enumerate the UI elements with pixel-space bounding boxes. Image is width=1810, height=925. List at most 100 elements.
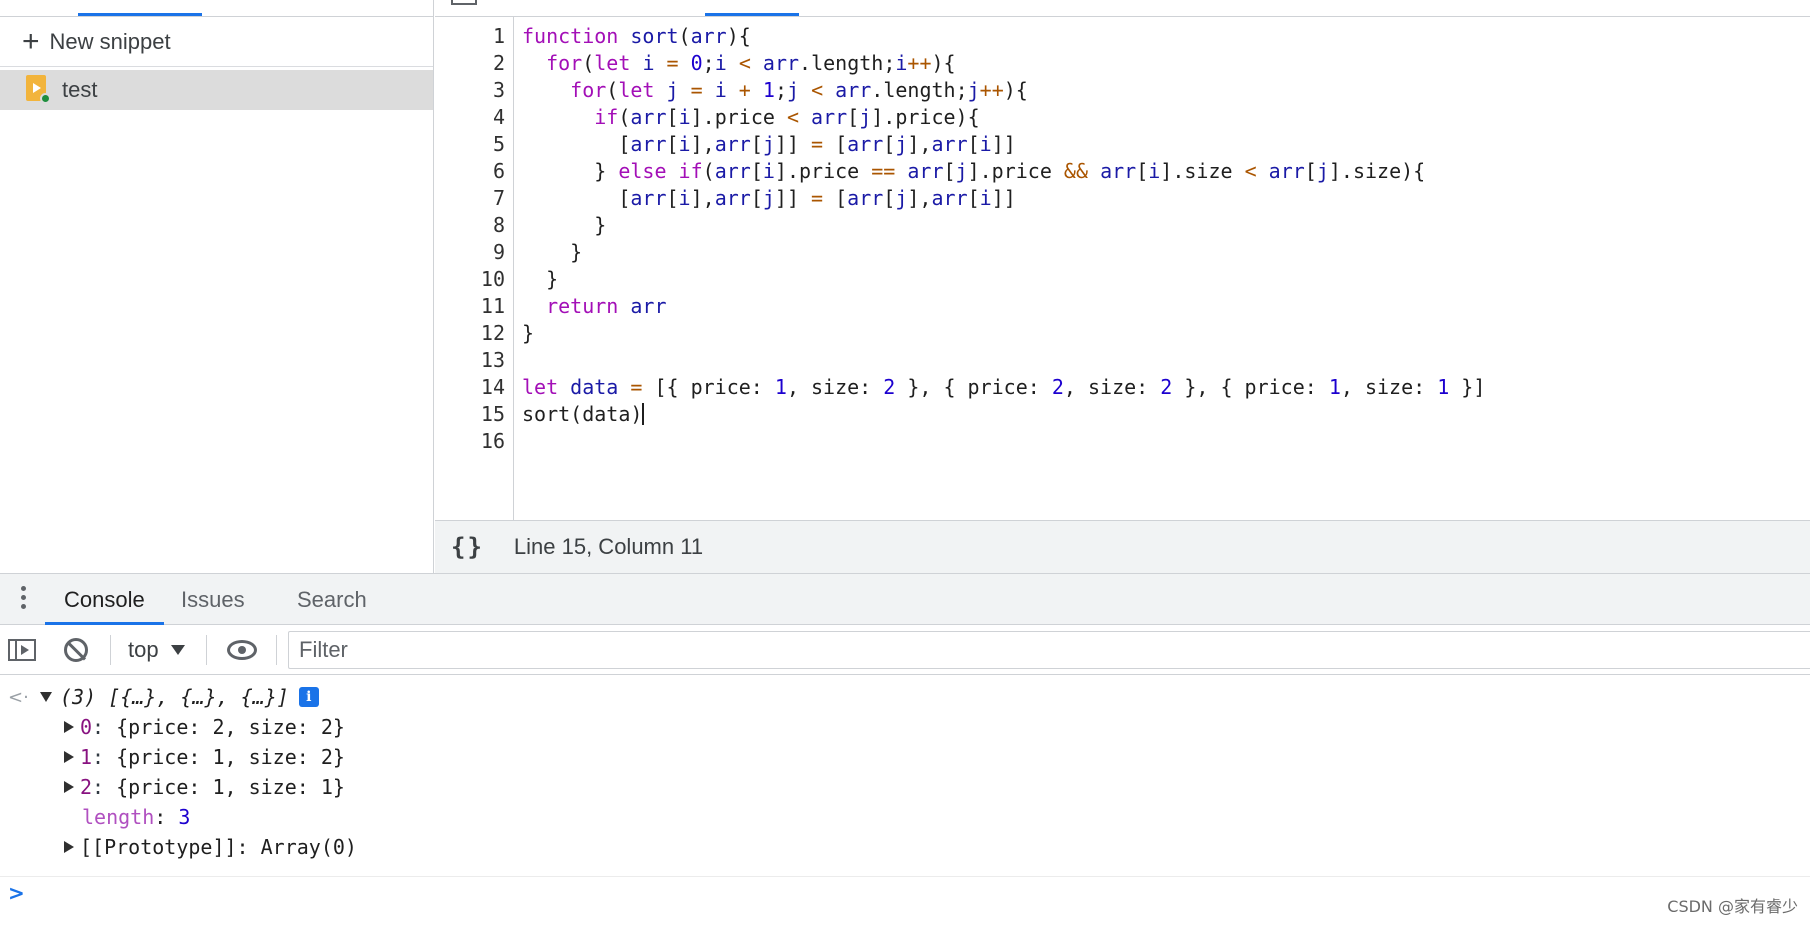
code-token: ( [606, 78, 619, 102]
code-token: arr [847, 186, 884, 210]
code-line[interactable]: [arr[i],arr[j]] = [arr[j],arr[i]] [522, 131, 1016, 158]
code-token: ; [774, 78, 787, 102]
new-snippet-button[interactable]: + New snippet [0, 17, 433, 67]
array-entry-row[interactable]: 1: {price: 1, size: 2} [64, 742, 345, 772]
prototype-row[interactable]: [[Prototype]]: Array(0) [64, 832, 357, 862]
code-token: [ [666, 132, 679, 156]
live-expression-eye-icon[interactable] [227, 640, 257, 660]
line-number[interactable]: 3 [445, 77, 505, 104]
code-token: ++ [979, 78, 1004, 102]
code-line[interactable]: for(let j = i + 1;j < arr.length;j++){ [522, 77, 1028, 104]
console-prompt[interactable]: > [0, 876, 1810, 912]
code-token: ]] [774, 132, 812, 156]
line-number[interactable]: 14 [445, 374, 505, 401]
line-number[interactable]: 13 [445, 347, 505, 374]
code-token: ]] [991, 132, 1016, 156]
code-token: arr [714, 159, 751, 183]
code-token: arr [630, 186, 667, 210]
more-tools-icon[interactable] [18, 586, 28, 614]
js-context-value: top [128, 637, 159, 662]
code-token: ]] [991, 186, 1016, 210]
tab-search[interactable]: Search [297, 574, 367, 625]
code-token: [{ price: [642, 375, 775, 399]
expand-triangle-icon[interactable] [40, 692, 52, 702]
code-token: arr [835, 78, 872, 102]
result-summary-row[interactable]: <· (3) [{…}, {…}, {…}] i [0, 682, 319, 712]
code-line[interactable]: let data = [{ price: 1, size: 2 }, { pri… [522, 374, 1485, 401]
line-number[interactable]: 7 [445, 185, 505, 212]
code-token: < [811, 78, 824, 102]
code-token: let [522, 375, 559, 399]
info-icon[interactable]: i [298, 687, 319, 707]
code-token: } [522, 321, 535, 345]
code-token: ].price [967, 159, 1064, 183]
code-line[interactable]: } [522, 239, 582, 266]
pretty-print-button[interactable]: {} [451, 533, 484, 561]
console-toolbar: top [0, 625, 1810, 675]
line-number[interactable]: 15 [445, 401, 505, 428]
expand-triangle-icon[interactable] [64, 751, 74, 763]
code-token: for [546, 51, 583, 75]
code-token: = [690, 78, 703, 102]
code-token: arr [762, 51, 800, 75]
code-line[interactable]: } [522, 212, 606, 239]
code-token: ].price [690, 105, 787, 129]
code-token: arr [847, 132, 884, 156]
line-number[interactable]: 10 [445, 266, 505, 293]
line-number[interactable]: 16 [445, 428, 505, 455]
code-token: [ [666, 186, 679, 210]
code-token: 2 [1051, 375, 1064, 399]
code-token: ){ [931, 51, 956, 75]
array-entry-row[interactable]: 0: {price: 2, size: 2} [64, 712, 345, 742]
code-token: j [666, 78, 679, 102]
active-editor-tab-indicator [705, 13, 799, 16]
code-token: i [1148, 159, 1161, 183]
line-number[interactable]: 8 [445, 212, 505, 239]
code-line[interactable]: } [522, 266, 558, 293]
entry-value: {price: 1, size: 1} [116, 775, 345, 799]
line-number[interactable]: 2 [445, 50, 505, 77]
code-token: arr [714, 186, 751, 210]
array-entry-row[interactable]: 2: {price: 1, size: 1} [64, 772, 345, 802]
code-token: ], [907, 186, 932, 210]
code-line[interactable]: } else if(arr[i].price == arr[j].price &… [522, 158, 1425, 185]
plus-icon: + [22, 24, 40, 58]
clear-console-icon[interactable] [64, 638, 88, 662]
snippet-item-test[interactable]: test [0, 70, 433, 110]
code-line[interactable]: [arr[i],arr[j]] = [arr[j],arr[i]] [522, 185, 1016, 212]
js-context-select[interactable]: top [128, 625, 185, 675]
tab-console[interactable]: Console [45, 574, 164, 625]
code-token: && [1063, 159, 1089, 183]
code-token: } [522, 240, 583, 264]
code-token: ], [690, 132, 715, 156]
console-filter-input[interactable] [288, 631, 1810, 669]
code-token: }, { price: [895, 375, 1052, 399]
code-editor[interactable]: 1 2 3 4 5 6 7 8 9 10 11 12 13 14 15 16 function sort(ar… [435, 17, 1810, 520]
line-number[interactable]: 9 [445, 239, 505, 266]
code-line[interactable]: } [522, 320, 534, 347]
code-line[interactable]: for(let i = 0;i < arr.length;i++){ [522, 50, 956, 77]
cursor-position: Line 15, Column 11 [513, 534, 704, 559]
expand-triangle-icon[interactable] [64, 841, 74, 853]
code-token: j [955, 159, 968, 183]
line-number[interactable]: 4 [445, 104, 505, 131]
navigator-toggle-icon[interactable] [451, 0, 477, 5]
code-line[interactable]: if(arr[i].price < arr[j].price){ [522, 104, 979, 131]
line-number[interactable]: 12 [445, 320, 505, 347]
code-token: arr [690, 24, 727, 48]
expand-triangle-icon[interactable] [64, 721, 74, 733]
code-line[interactable]: return arr [522, 293, 666, 320]
line-number[interactable]: 6 [445, 158, 505, 185]
expand-triangle-icon[interactable] [64, 781, 74, 793]
code-token: [ [750, 159, 763, 183]
code-line[interactable]: function sort(arr){ [522, 23, 751, 50]
show-console-sidebar-icon[interactable] [8, 639, 36, 661]
tab-issues[interactable]: Issues [181, 574, 245, 625]
line-number[interactable]: 5 [445, 131, 505, 158]
line-number[interactable]: 1 [445, 23, 505, 50]
line-number[interactable]: 11 [445, 293, 505, 320]
code-line[interactable]: sort(data) [522, 401, 645, 428]
